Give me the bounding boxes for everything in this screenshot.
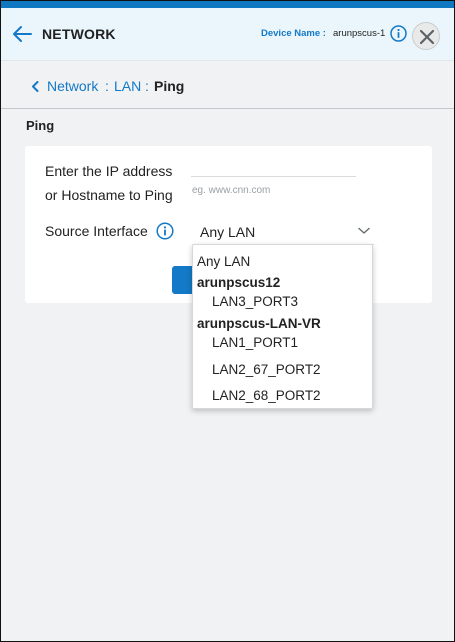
breadcrumb-network-link[interactable]: Network <box>47 78 98 94</box>
section-title: Ping <box>26 118 55 133</box>
ip-label-line-1: Enter the IP address <box>45 163 173 179</box>
dropdown-option-lan2-67-port2[interactable]: LAN2_67_PORT2 <box>212 362 321 377</box>
ip-label-line-2: or Hostname to Ping <box>45 187 173 203</box>
breadcrumb-lan-link[interactable]: LAN <box>114 78 141 94</box>
info-circle-icon <box>390 25 407 42</box>
dropdown-group-arunpscus-lan-vr: arunpscus-LAN-VR <box>197 316 321 331</box>
source-interface-dropdown: Any LAN arunpscus12 LAN3_PORT3 arunpscus… <box>192 244 373 409</box>
dropdown-option-lan1-port1[interactable]: LAN1_PORT1 <box>212 335 298 350</box>
source-interface-label: Source Interface <box>45 223 148 239</box>
dropdown-option-lan3-port3[interactable]: LAN3_PORT3 <box>212 294 298 309</box>
divider <box>1 108 454 109</box>
device-info-button[interactable] <box>390 25 407 42</box>
dropdown-group-arunpscus12: arunpscus12 <box>197 275 281 290</box>
back-button[interactable] <box>11 24 33 44</box>
page-title: NETWORK <box>42 26 116 42</box>
info-circle-icon <box>156 222 174 240</box>
source-interface-selected: Any LAN <box>200 224 256 240</box>
ip-hostname-input[interactable] <box>191 176 356 198</box>
header: NETWORK Device Name : arunpscus-1 <box>1 8 454 61</box>
dropdown-option-any-lan[interactable]: Any LAN <box>197 254 250 269</box>
arrow-left-icon <box>13 26 32 42</box>
breadcrumb-separator: : <box>105 78 109 94</box>
device-name-value: arunpscus-1 <box>333 28 386 39</box>
breadcrumb-separator: : <box>145 78 149 94</box>
source-interface-select[interactable]: Any LAN <box>193 215 374 245</box>
device-name-label: Device Name : <box>261 28 326 39</box>
ip-address-label: Enter the IP address or Hostname to Ping <box>45 159 195 207</box>
close-icon <box>419 29 435 45</box>
chevron-down-icon <box>358 227 370 234</box>
breadcrumb-current: Ping <box>154 78 185 94</box>
close-button[interactable] <box>412 22 440 50</box>
app-window: NETWORK Device Name : arunpscus-1 Networ… <box>0 0 455 642</box>
chevron-left-icon <box>32 81 39 92</box>
dropdown-option-lan2-68-port2[interactable]: LAN2_68_PORT2 <box>212 388 321 403</box>
top-accent-bar <box>1 1 454 8</box>
source-interface-info-button[interactable] <box>156 222 174 240</box>
